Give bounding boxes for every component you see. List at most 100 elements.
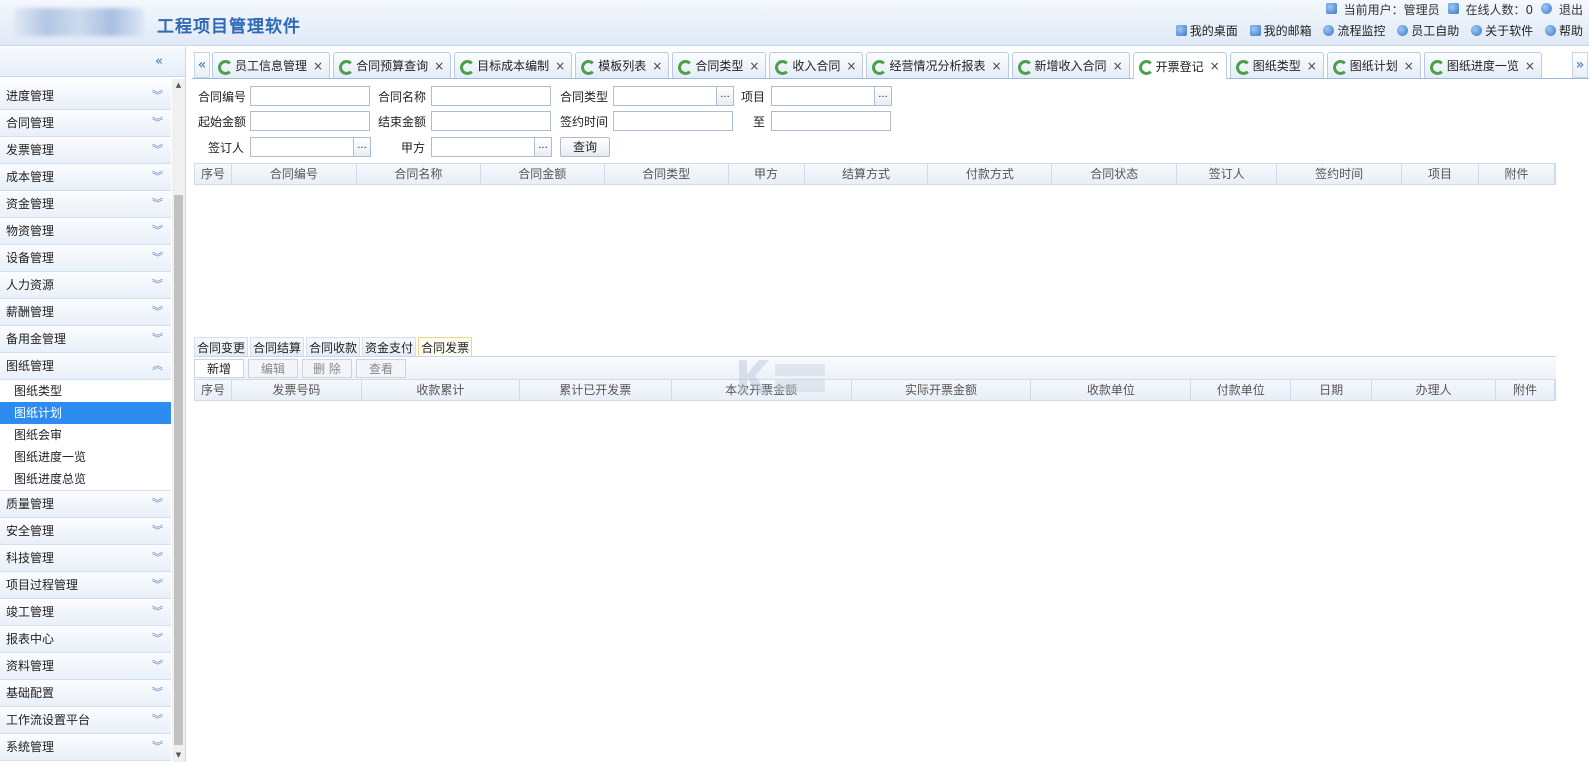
close-icon[interactable]: × xyxy=(652,59,662,73)
sidebar-item[interactable]: 科技管理 ︾ xyxy=(0,545,171,572)
view-button[interactable]: 查看 xyxy=(356,359,406,378)
tab[interactable]: 图纸类型 × xyxy=(1229,52,1324,78)
nav-self-service[interactable]: 员工自助 xyxy=(1397,22,1459,39)
sidebar-item[interactable]: 备用金管理 ︾ xyxy=(0,326,171,353)
column-header[interactable]: 收款单位 xyxy=(1031,380,1192,400)
sidebar-item[interactable]: 设备管理 ︾ xyxy=(0,245,171,272)
end-amount-input[interactable] xyxy=(431,111,551,131)
column-header[interactable]: 合同名称 xyxy=(357,164,481,184)
sidebar-item[interactable]: 物资管理 ︾ xyxy=(0,218,171,245)
sidebar-item[interactable]: 图纸管理 ︽ xyxy=(0,353,171,380)
tab[interactable]: 员工信息管理 × xyxy=(212,52,331,78)
party-a-input[interactable] xyxy=(431,137,535,157)
tab[interactable]: 开票登记 × xyxy=(1132,52,1227,79)
column-header[interactable]: 付款方式 xyxy=(928,164,1053,184)
subtab[interactable]: 合同发票 xyxy=(418,337,473,357)
start-amount-input[interactable] xyxy=(250,111,370,131)
subtab[interactable]: 合同结算 xyxy=(250,337,305,357)
project-picker-button[interactable]: ... xyxy=(874,86,892,106)
collapse-sidebar-icon[interactable]: « xyxy=(155,54,163,69)
sidebar-item[interactable]: 薪酬管理 ︾ xyxy=(0,299,171,326)
sidebar-item[interactable]: 基础配置 ︾ xyxy=(0,680,171,707)
nav-about[interactable]: 关于软件 xyxy=(1471,22,1533,39)
column-header[interactable]: 项目 xyxy=(1402,164,1480,184)
contract-type-input[interactable] xyxy=(613,86,717,106)
column-header[interactable]: 发票号码 xyxy=(232,380,362,400)
subtab[interactable]: 资金支付 xyxy=(362,337,417,357)
tab[interactable]: 图纸计划 × xyxy=(1326,52,1421,78)
sidebar-item[interactable]: 项目过程管理 ︾ xyxy=(0,572,171,599)
tab[interactable]: 经营情况分析报表 × xyxy=(866,52,1009,78)
signer-picker-button[interactable]: ... xyxy=(353,137,371,157)
delete-button[interactable]: 删 除 xyxy=(302,359,352,378)
close-icon[interactable]: × xyxy=(1210,59,1220,73)
column-header[interactable]: 序号 xyxy=(195,164,232,184)
sidebar-item[interactable]: 资金管理 ︾ xyxy=(0,191,171,218)
column-header[interactable]: 收款累计 xyxy=(362,380,520,400)
sidebar-subitem[interactable]: 图纸类型 xyxy=(0,380,171,402)
contract-type-picker-button[interactable]: ... xyxy=(716,86,734,106)
sidebar-item[interactable]: 报表中心 ︾ xyxy=(0,626,171,653)
column-header[interactable]: 合同编号 xyxy=(232,164,357,184)
sidebar-item[interactable]: 竣工管理 ︾ xyxy=(0,599,171,626)
column-header[interactable]: 办理人 xyxy=(1372,380,1497,400)
tab[interactable]: 模板列表 × xyxy=(575,52,670,78)
add-button[interactable]: 新增 xyxy=(194,359,244,378)
subtab[interactable]: 合同变更 xyxy=(194,337,249,357)
sidebar-item[interactable]: 人力资源 ︾ xyxy=(0,272,171,299)
party-a-picker-button[interactable]: ... xyxy=(534,137,552,157)
project-input[interactable] xyxy=(771,86,875,106)
sidebar-item[interactable]: 系统管理 ︾ xyxy=(0,734,171,761)
sidebar-item[interactable]: 质量管理 ︾ xyxy=(0,491,171,518)
sidebar-item[interactable]: 进度管理 ︾ xyxy=(0,83,171,110)
close-icon[interactable]: × xyxy=(846,59,856,73)
nav-desktop[interactable]: 我的桌面 xyxy=(1175,22,1238,39)
tab[interactable]: 目标成本编制 × xyxy=(454,52,573,78)
scroll-up-icon[interactable]: ▲ xyxy=(172,79,185,92)
column-header[interactable]: 合同金额 xyxy=(481,164,605,184)
sidebar-item[interactable]: 安全管理 ︾ xyxy=(0,518,171,545)
scroll-down-icon[interactable]: ▼ xyxy=(172,749,185,762)
nav-mailbox[interactable]: 我的邮箱 xyxy=(1249,22,1312,39)
nav-help[interactable]: 帮助 xyxy=(1544,22,1583,39)
query-button[interactable]: 查询 xyxy=(560,137,610,157)
tab-next-icon[interactable]: » xyxy=(1572,52,1588,78)
tab[interactable]: 合同预算查询 × xyxy=(333,52,452,78)
column-header[interactable]: 日期 xyxy=(1291,380,1373,400)
sidebar-subitem[interactable]: 图纸会审 xyxy=(0,424,171,446)
close-icon[interactable]: × xyxy=(1404,59,1414,73)
subtab[interactable]: 合同收款 xyxy=(306,337,361,357)
edit-button[interactable]: 编辑 xyxy=(248,359,298,378)
column-header[interactable]: 签订人 xyxy=(1177,164,1278,184)
contract-no-input[interactable] xyxy=(250,86,370,106)
tab[interactable]: 收入合同 × xyxy=(769,52,864,78)
scroll-thumb[interactable] xyxy=(174,195,183,745)
tab-prev-icon[interactable]: « xyxy=(194,52,210,78)
close-icon[interactable]: × xyxy=(1307,59,1317,73)
close-icon[interactable]: × xyxy=(313,59,323,73)
column-header[interactable]: 甲方 xyxy=(729,164,805,184)
tab[interactable]: 新增收入合同 × xyxy=(1011,52,1130,78)
column-header[interactable]: 序号 xyxy=(195,380,232,400)
tab[interactable]: 图纸进度一览 × xyxy=(1423,52,1542,78)
sidebar-item[interactable]: 合同管理 ︾ xyxy=(0,110,171,137)
sidebar-item[interactable]: 成本管理 ︾ xyxy=(0,164,171,191)
column-header[interactable]: 付款单位 xyxy=(1191,380,1292,400)
sidebar-subitem[interactable]: 图纸计划 xyxy=(0,402,171,424)
contract-name-input[interactable] xyxy=(431,86,551,106)
close-icon[interactable]: × xyxy=(434,59,444,73)
column-header[interactable]: 附件 xyxy=(1479,164,1555,184)
column-header[interactable]: 合同类型 xyxy=(605,164,729,184)
signer-input[interactable] xyxy=(250,137,354,157)
sidebar-item[interactable]: 资料管理 ︾ xyxy=(0,653,171,680)
nav-flow-monitor[interactable]: 流程监控 xyxy=(1323,22,1385,39)
sidebar-item[interactable]: 工作流设置平台 ︾ xyxy=(0,707,171,734)
column-header[interactable]: 累计已开发票 xyxy=(520,380,672,400)
close-icon[interactable]: × xyxy=(749,59,759,73)
column-header[interactable]: 合同状态 xyxy=(1052,164,1178,184)
tab[interactable]: 合同类型 × xyxy=(672,52,767,78)
close-icon[interactable]: × xyxy=(991,59,1001,73)
sidebar-subitem[interactable]: 图纸进度总览 xyxy=(0,468,171,490)
column-header[interactable]: 结算方式 xyxy=(805,164,929,184)
sign-time-from-input[interactable] xyxy=(613,111,733,131)
